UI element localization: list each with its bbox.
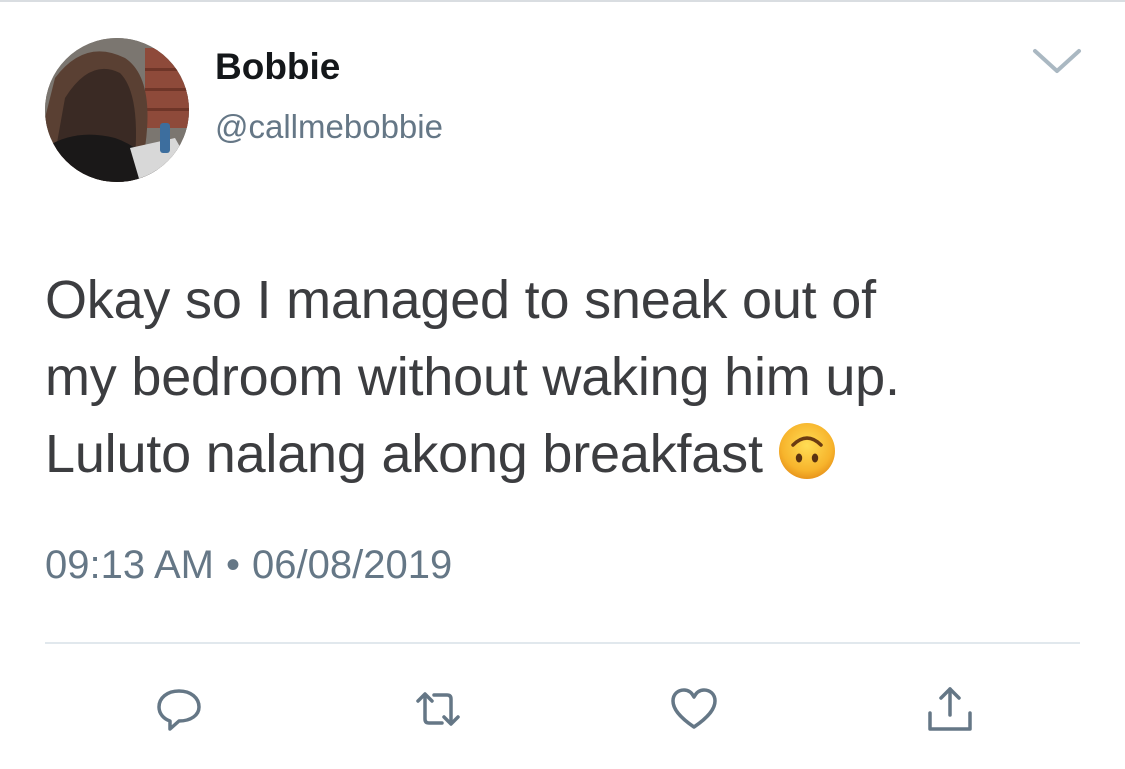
tweet-text-line: my bedroom without waking him up. bbox=[45, 347, 900, 407]
avatar-image bbox=[45, 38, 189, 182]
tweet-text: Okay so I managed to sneak out of my bed… bbox=[45, 262, 1085, 493]
reply-icon[interactable] bbox=[153, 683, 205, 735]
timestamp-separator: • bbox=[226, 543, 241, 587]
chevron-down-icon[interactable] bbox=[1031, 45, 1083, 77]
upside-down-face-emoji-icon bbox=[778, 423, 835, 479]
display-name[interactable]: Bobbie bbox=[215, 46, 340, 88]
tweet-text-line-content: Luluto nalang akong breakfast bbox=[45, 424, 763, 484]
avatar[interactable] bbox=[45, 38, 189, 182]
tweet-text-line: Okay so I managed to sneak out of bbox=[45, 270, 876, 330]
user-handle[interactable]: @callmebobbie bbox=[215, 108, 443, 146]
tweet-time: 09:13 AM bbox=[45, 543, 215, 587]
share-icon[interactable] bbox=[924, 683, 976, 735]
tweet-text-line: Luluto nalang akong breakfast bbox=[45, 416, 1085, 493]
actions-divider bbox=[45, 642, 1080, 644]
heart-icon[interactable] bbox=[668, 683, 720, 735]
tweet-date: 06/08/2019 bbox=[252, 543, 453, 587]
top-divider bbox=[0, 0, 1125, 2]
retweet-icon[interactable] bbox=[412, 683, 464, 735]
tweet-timestamp: 09:13 AM • 06/08/2019 bbox=[45, 543, 452, 588]
